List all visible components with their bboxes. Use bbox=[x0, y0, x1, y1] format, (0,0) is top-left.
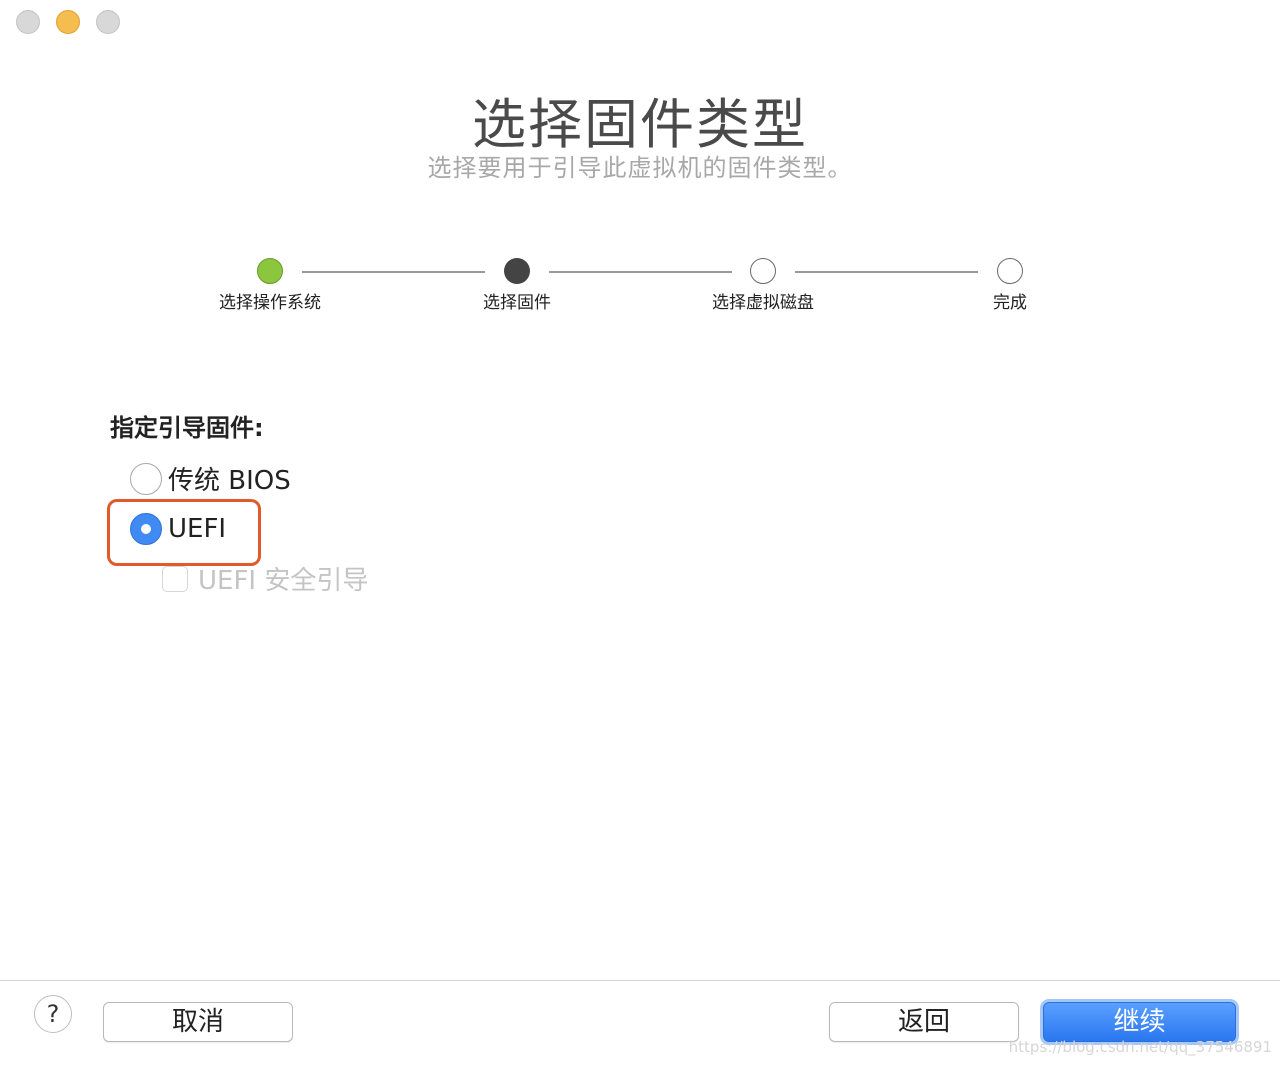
window-controls bbox=[16, 10, 120, 34]
step-label: 选择操作系统 bbox=[219, 293, 321, 313]
close-window-button[interactable] bbox=[16, 10, 40, 34]
step-label: 选择虚拟磁盘 bbox=[712, 293, 814, 313]
zoom-window-button[interactable] bbox=[96, 10, 120, 34]
annotation-highlight-box bbox=[107, 499, 261, 566]
radio-button-icon[interactable] bbox=[130, 462, 162, 495]
footer-divider bbox=[0, 980, 1280, 981]
cancel-button[interactable]: 取消 bbox=[103, 1002, 293, 1042]
step-current-dot-icon bbox=[504, 258, 530, 284]
checkbox-uefi-secure-boot[interactable]: UEFI 安全引导 bbox=[162, 560, 368, 597]
watermark-text: https://blog.csdn.net/qq_37546891 bbox=[1008, 1038, 1272, 1056]
page-subtitle: 选择要用于引导此虚拟机的固件类型。 bbox=[427, 154, 853, 182]
step-complete-dot-icon bbox=[257, 258, 283, 284]
checkbox-icon[interactable] bbox=[162, 565, 188, 592]
continue-button[interactable]: 继续 bbox=[1043, 1002, 1236, 1042]
step-choose-os: 选择操作系统 bbox=[170, 258, 370, 313]
step-choose-disk: 选择虚拟磁盘 bbox=[663, 258, 863, 313]
step-choose-firmware: 选择固件 bbox=[417, 258, 617, 313]
step-pending-dot-icon bbox=[997, 258, 1023, 284]
minimize-window-button[interactable] bbox=[56, 10, 80, 34]
step-pending-dot-icon bbox=[750, 258, 776, 284]
radio-legacy-bios[interactable]: 传统 BIOS bbox=[130, 460, 291, 497]
help-button[interactable]: ? bbox=[34, 995, 72, 1033]
step-label: 选择固件 bbox=[483, 293, 551, 313]
step-label: 完成 bbox=[993, 293, 1027, 313]
radio-label-legacy-bios[interactable]: 传统 BIOS bbox=[168, 460, 291, 497]
step-finish: 完成 bbox=[910, 258, 1110, 313]
checkbox-label-secure-boot: UEFI 安全引导 bbox=[198, 566, 369, 596]
firmware-section-label: 指定引导固件: bbox=[110, 414, 264, 442]
back-button[interactable]: 返回 bbox=[829, 1002, 1019, 1042]
